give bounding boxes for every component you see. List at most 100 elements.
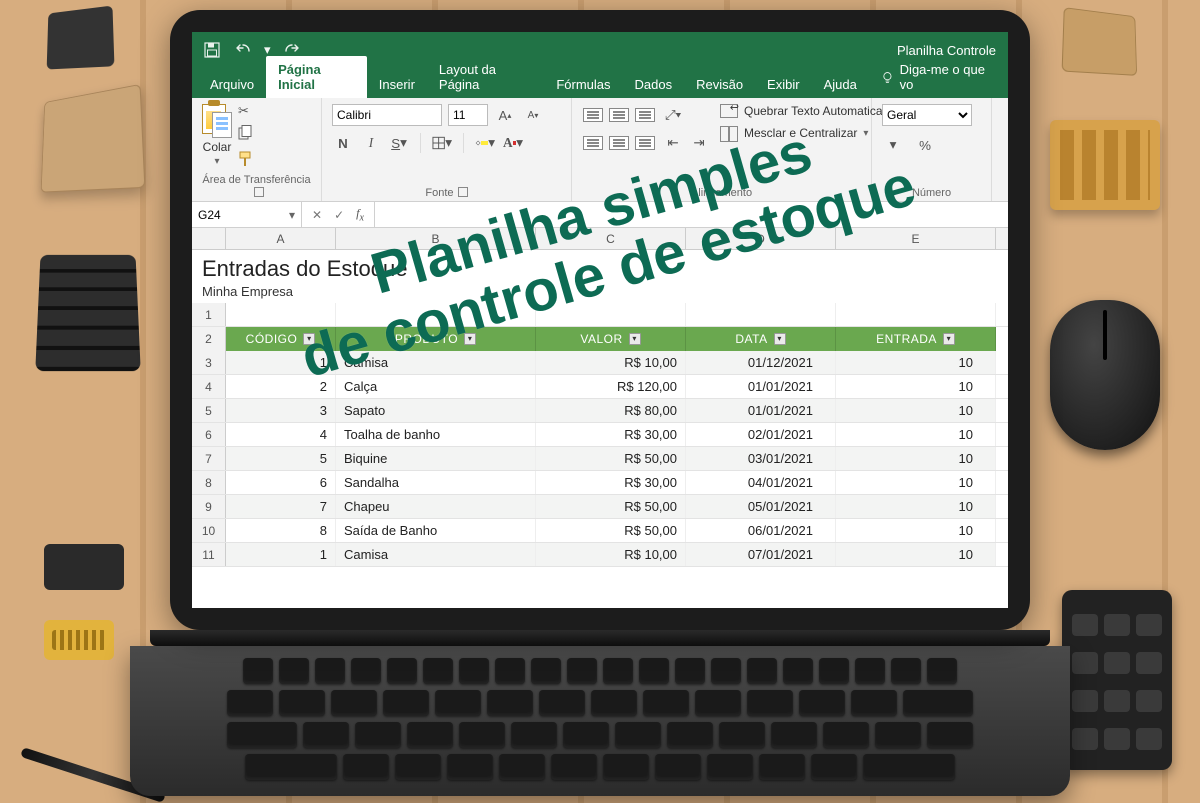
cell-entrada[interactable]: 10 — [836, 423, 996, 446]
decrease-font-icon[interactable]: A▾ — [522, 104, 544, 126]
cell-data[interactable]: 04/01/2021 — [686, 471, 836, 494]
font-size-input[interactable] — [448, 104, 488, 126]
cell-produto[interactable]: Calça — [336, 375, 536, 398]
cell-entrada[interactable]: 10 — [836, 519, 996, 542]
cell-produto[interactable]: Camisa — [336, 543, 536, 566]
paste-dropdown-icon[interactable]: ▾ — [214, 156, 219, 167]
cell-produto[interactable]: Chapeu — [336, 495, 536, 518]
cell-data[interactable]: 03/01/2021 — [686, 447, 836, 470]
cell-entrada[interactable]: 10 — [836, 471, 996, 494]
cell-valor[interactable]: R$ 120,00 — [536, 375, 686, 398]
cell-entrada[interactable]: 10 — [836, 351, 996, 374]
fx-icon[interactable]: fx — [356, 206, 364, 223]
th-produto[interactable]: PRODUTO▾ — [336, 327, 536, 351]
undo-icon[interactable] — [234, 42, 250, 58]
cell-codigo[interactable]: 1 — [226, 543, 336, 566]
col-header-c[interactable]: C — [536, 228, 686, 249]
cell-produto[interactable]: Saída de Banho — [336, 519, 536, 542]
tab-dados[interactable]: Dados — [623, 71, 685, 98]
cell-entrada[interactable]: 10 — [836, 399, 996, 422]
cell-codigo[interactable]: 5 — [226, 447, 336, 470]
row-header[interactable]: 11 — [192, 543, 226, 566]
cell-codigo[interactable]: 8 — [226, 519, 336, 542]
align-right-icon[interactable] — [634, 132, 656, 154]
cell-data[interactable]: 01/01/2021 — [686, 399, 836, 422]
tab-exibir[interactable]: Exibir — [755, 71, 812, 98]
enter-formula-icon[interactable]: ✓ — [334, 208, 344, 222]
tab-revisao[interactable]: Revisão — [684, 71, 755, 98]
percent-format-icon[interactable]: % — [914, 134, 936, 156]
underline-button[interactable]: S▾ — [388, 132, 410, 154]
cell-entrada[interactable]: 10 — [836, 543, 996, 566]
cell-codigo[interactable]: 3 — [226, 399, 336, 422]
row-header[interactable]: 6 — [192, 423, 226, 446]
row-header[interactable]: 9 — [192, 495, 226, 518]
name-box-input[interactable] — [198, 208, 268, 222]
cell-data[interactable]: 07/01/2021 — [686, 543, 836, 566]
cell-valor[interactable]: R$ 50,00 — [536, 519, 686, 542]
align-top-icon[interactable] — [582, 104, 604, 126]
col-header-a[interactable]: A — [226, 228, 336, 249]
accounting-format-icon[interactable]: ▾ — [882, 134, 904, 156]
row-header[interactable]: 3 — [192, 351, 226, 374]
cancel-formula-icon[interactable]: ✕ — [312, 208, 322, 222]
tab-layout[interactable]: Layout da Página — [427, 56, 544, 98]
bold-button[interactable]: N — [332, 132, 354, 154]
cell-valor[interactable]: R$ 30,00 — [536, 471, 686, 494]
undo-dropdown-icon[interactable]: ▾ — [264, 42, 271, 58]
align-bottom-icon[interactable] — [634, 104, 656, 126]
cell-valor[interactable]: R$ 50,00 — [536, 447, 686, 470]
cell-codigo[interactable]: 4 — [226, 423, 336, 446]
cell-entrada[interactable]: 10 — [836, 495, 996, 518]
name-box[interactable]: ▾ — [192, 202, 302, 227]
th-data[interactable]: DATA▾ — [686, 327, 836, 351]
tab-formulas[interactable]: Fórmulas — [544, 71, 622, 98]
cell-produto[interactable]: Biquine — [336, 447, 536, 470]
formula-bar-input[interactable] — [375, 202, 1008, 227]
col-header-b[interactable]: B — [336, 228, 536, 249]
th-valor[interactable]: VALOR▾ — [536, 327, 686, 351]
cell-produto[interactable]: Camisa — [336, 351, 536, 374]
cell-data[interactable]: 06/01/2021 — [686, 519, 836, 542]
cell-data[interactable]: 05/01/2021 — [686, 495, 836, 518]
tab-arquivo[interactable]: Arquivo — [198, 71, 266, 98]
format-painter-icon[interactable] — [238, 151, 254, 169]
increase-font-icon[interactable]: A▴ — [494, 104, 516, 126]
cell-codigo[interactable]: 6 — [226, 471, 336, 494]
row-header[interactable]: 8 — [192, 471, 226, 494]
decrease-indent-icon[interactable]: ⇤ — [662, 132, 684, 154]
font-dialog-launcher[interactable] — [458, 187, 468, 197]
cell-codigo[interactable]: 7 — [226, 495, 336, 518]
cell-valor[interactable]: R$ 10,00 — [536, 543, 686, 566]
filter-icon[interactable]: ▾ — [464, 333, 476, 345]
cell-data[interactable]: 02/01/2021 — [686, 423, 836, 446]
row-header[interactable]: 2 — [192, 327, 226, 351]
row-header[interactable]: 5 — [192, 399, 226, 422]
cell-data[interactable]: 01/12/2021 — [686, 351, 836, 374]
merge-dropdown-icon[interactable]: ▾ — [863, 128, 868, 139]
cell-valor[interactable]: R$ 80,00 — [536, 399, 686, 422]
cell-valor[interactable]: R$ 30,00 — [536, 423, 686, 446]
cell-valor[interactable]: R$ 10,00 — [536, 351, 686, 374]
align-center-icon[interactable] — [608, 132, 630, 154]
font-name-input[interactable] — [332, 104, 442, 126]
row-header[interactable]: 7 — [192, 447, 226, 470]
filter-icon[interactable]: ▾ — [629, 333, 641, 345]
col-header-d[interactable]: D — [686, 228, 836, 249]
number-format-select[interactable]: Geral — [882, 104, 972, 126]
row-header[interactable]: 1 — [192, 303, 226, 326]
fill-color-icon[interactable]: ▾ — [474, 132, 496, 154]
cell-produto[interactable]: Toalha de banho — [336, 423, 536, 446]
filter-icon[interactable]: ▾ — [774, 333, 786, 345]
tab-pagina-inicial[interactable]: Página Inicial — [266, 56, 367, 98]
filter-icon[interactable]: ▾ — [303, 333, 315, 345]
cut-icon[interactable]: ✂ — [238, 104, 254, 117]
save-icon[interactable] — [204, 42, 220, 58]
cell-data[interactable]: 01/01/2021 — [686, 375, 836, 398]
cell-produto[interactable]: Sapato — [336, 399, 536, 422]
orientation-icon[interactable]: ⤢▾ — [662, 104, 684, 126]
tell-me-search[interactable]: Diga-me o que vo — [873, 56, 1002, 98]
name-box-dropdown-icon[interactable]: ▾ — [289, 208, 295, 222]
cell-entrada[interactable]: 10 — [836, 447, 996, 470]
cell-codigo[interactable]: 1 — [226, 351, 336, 374]
